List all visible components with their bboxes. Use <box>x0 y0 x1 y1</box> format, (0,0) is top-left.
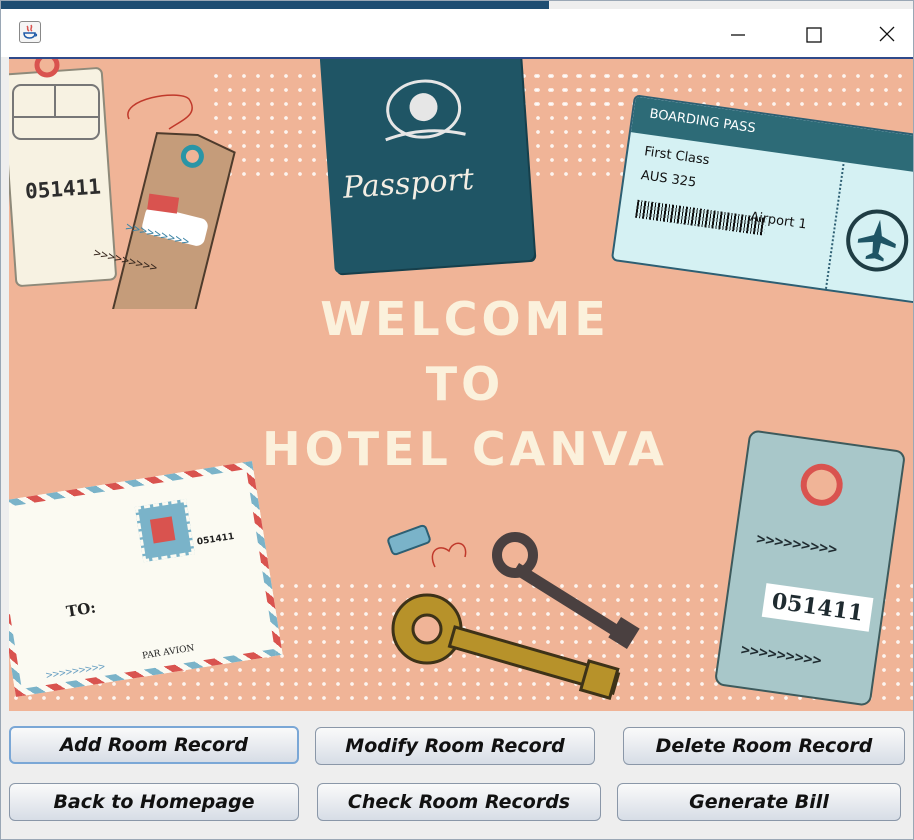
stamp <box>134 498 195 563</box>
stamp-number: 051411 <box>196 531 235 548</box>
barcode <box>635 199 767 236</box>
boarding-class: First Class <box>643 144 711 169</box>
minimize-icon[interactable] <box>713 17 763 51</box>
back-to-homepage-button[interactable]: Back to Homepage <box>9 783 299 821</box>
boarding-flight: AUS 325 <box>639 168 698 191</box>
envelope-to-label: TO: <box>64 598 98 621</box>
check-room-records-button[interactable]: Check Room Records <box>317 783 601 821</box>
java-app-icon <box>19 21 41 43</box>
passport-label: Passport <box>341 161 476 206</box>
top-accent-strip <box>1 1 549 9</box>
dot-pattern <box>529 69 909 109</box>
title-bar <box>1 9 913 57</box>
welcome-banner: 051411 >>>>>>>>> >>>>>>>>> Passport BOAR… <box>9 59 913 711</box>
welcome-heading: WELCOME TO HOTEL CANVA <box>209 287 721 482</box>
hotel-keys-illustration <box>387 524 640 700</box>
envelope-airmail: PAR AVION <box>141 643 196 662</box>
passport-illustration: Passport <box>319 59 535 274</box>
modify-room-record-button[interactable]: Modify Room Record <box>315 727 595 765</box>
app-window: 051411 >>>>>>>>> >>>>>>>>> Passport BOAR… <box>0 0 914 840</box>
add-room-record-button[interactable]: Add Room Record <box>9 726 299 764</box>
delete-room-record-button[interactable]: Delete Room Record <box>623 727 905 765</box>
maximize-icon[interactable] <box>789 17 839 51</box>
envelope-chevrons: >>>>>>>>> <box>44 659 106 682</box>
welcome-line-2: TO <box>425 357 505 411</box>
welcome-line-3: HOTEL CANVA <box>262 422 668 476</box>
right-tag-chevrons-2: >>>>>>>>> <box>739 640 823 670</box>
right-tag-number: 051411 <box>761 583 874 632</box>
right-tag-chevrons: >>>>>>>>> <box>755 529 839 559</box>
generate-bill-button[interactable]: Generate Bill <box>617 783 901 821</box>
welcome-line-1: WELCOME <box>320 292 610 346</box>
coat-of-arms-icon <box>385 79 466 142</box>
close-icon[interactable] <box>863 17 913 51</box>
airplane-icon <box>846 209 909 272</box>
boarding-pass-illustration: BOARDING PASS First Class AUS 325 Airpor… <box>610 94 913 304</box>
